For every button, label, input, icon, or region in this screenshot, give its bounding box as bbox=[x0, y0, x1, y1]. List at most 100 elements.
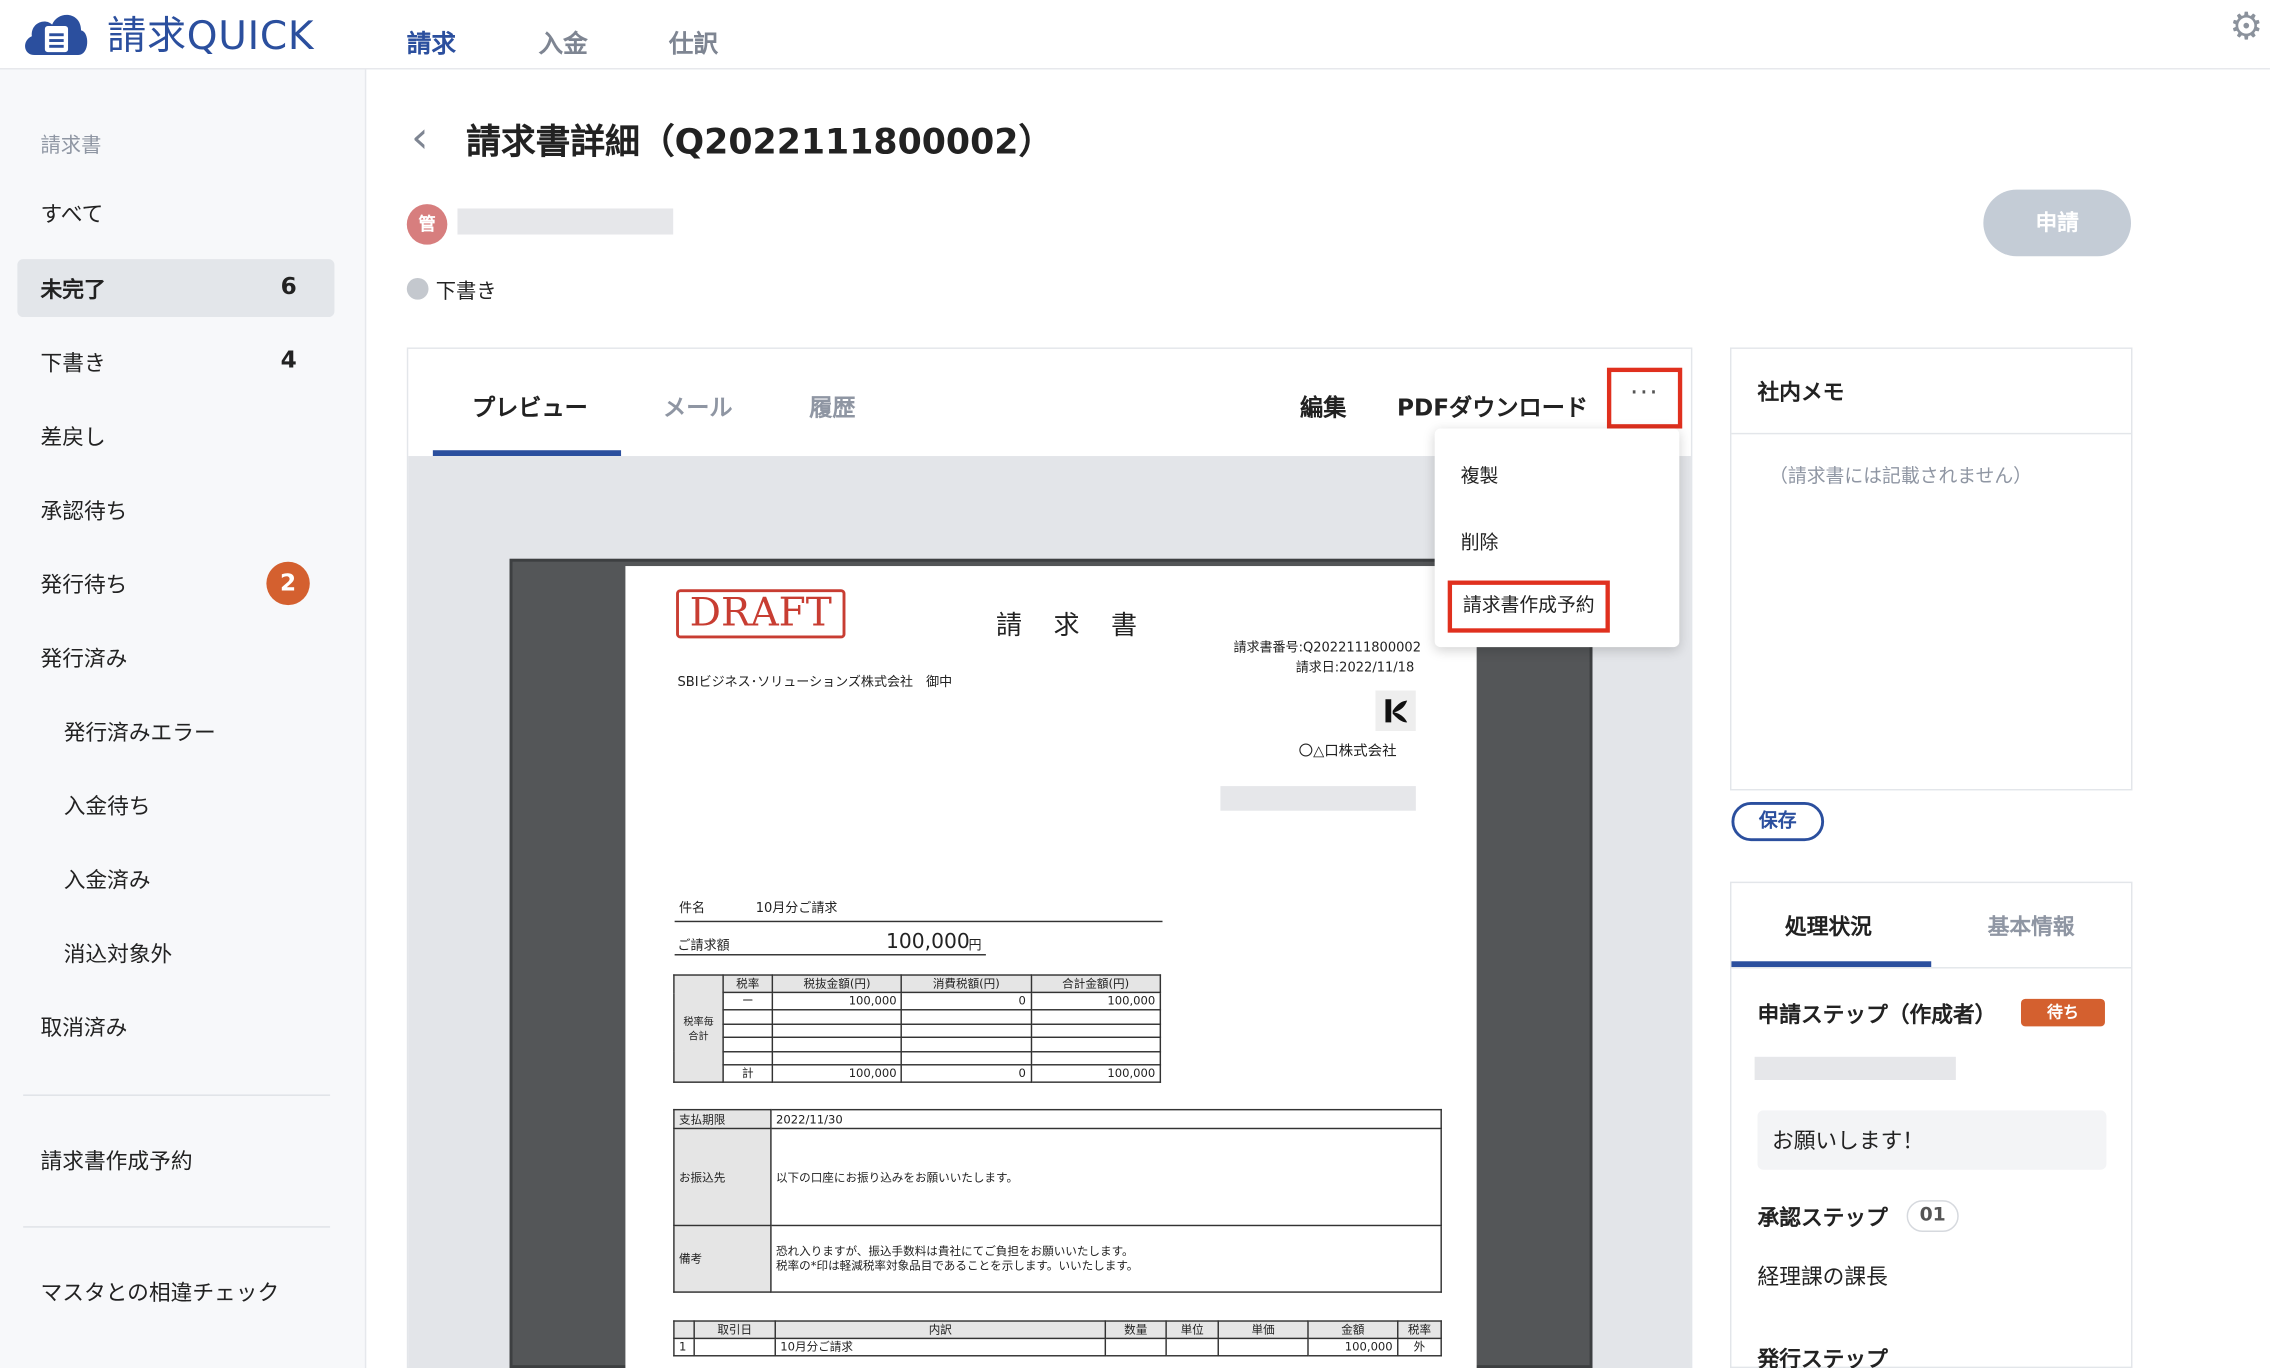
sidebar-item-scheduled[interactable]: 請求書作成予約 bbox=[17, 1131, 334, 1189]
amount-underline bbox=[674, 954, 986, 956]
tab-history[interactable]: 履歴 bbox=[809, 388, 855, 423]
table-cell: 0 bbox=[900, 1064, 1032, 1083]
payment-info-table: 支払期限 2022/11/30 お振込先 以下の口座にお振り込みをお願いいたします。… bbox=[673, 1108, 1442, 1293]
sidebar-item-label: 下書き bbox=[40, 350, 106, 377]
redacted-address bbox=[1220, 786, 1416, 811]
sidebar-item-count: 4 bbox=[280, 346, 297, 374]
top-header bbox=[0, 0, 2270, 70]
redacted-applicant bbox=[1754, 1056, 1956, 1080]
sidebar-divider bbox=[23, 1226, 331, 1228]
edit-button[interactable]: 編集 bbox=[1300, 388, 1346, 423]
tab-process-status[interactable]: 処理状況 bbox=[1785, 911, 1872, 941]
table-header: 備考 bbox=[673, 1224, 772, 1293]
table-header: 数量 bbox=[1104, 1320, 1167, 1340]
table-cell: 100,000 bbox=[771, 1064, 903, 1083]
amount-label: ご請求額 bbox=[677, 939, 730, 955]
invoice-title: 請 求 書 bbox=[996, 610, 1149, 642]
table-cell: 100,000 bbox=[1307, 1337, 1399, 1357]
internal-memo-panel bbox=[1730, 347, 2133, 791]
table-header: 消費税額(円) bbox=[900, 974, 1032, 994]
subject-value: 10月分ご請求 bbox=[755, 901, 838, 917]
sidebar-item-label: すべて bbox=[40, 201, 104, 228]
memo-textarea[interactable]: （請求書には記載されません） bbox=[1769, 460, 2032, 488]
apply-step-title: 申請ステップ（作成者） bbox=[1757, 1001, 1997, 1028]
sidebar-item-awaiting-issue[interactable]: 発行待ち 2 bbox=[17, 554, 334, 612]
subject-underline bbox=[674, 920, 1163, 923]
sidebar-item-count: 6 bbox=[280, 272, 297, 300]
table-cell: 0 bbox=[900, 991, 1032, 1011]
more-options-button[interactable]: ··· bbox=[1606, 367, 1683, 429]
tab-mail[interactable]: メール bbox=[663, 388, 733, 423]
sidebar-divider bbox=[23, 1094, 331, 1096]
draft-stamp: DRAFT bbox=[676, 589, 846, 639]
subject-label: 件名 bbox=[678, 901, 706, 917]
menu-item-schedule[interactable]: 請求書作成予約 bbox=[1447, 580, 1610, 633]
table-header: 税率 bbox=[722, 974, 774, 994]
invoice-date: 請求日:2022/11/18 bbox=[1295, 661, 1415, 677]
sidebar-item-issued[interactable]: 発行済み bbox=[17, 628, 334, 686]
sidebar-item-label: 取消済み bbox=[40, 1014, 128, 1041]
amount-unit: 円 bbox=[968, 939, 982, 955]
table-cell: ー bbox=[722, 991, 774, 1011]
note-line: 恐れ入りますが、振込手数料は貴社にてご負担をお願いいたします。 bbox=[775, 1244, 1134, 1258]
table-header: 税抜金額(円) bbox=[771, 974, 903, 994]
process-divider bbox=[1731, 967, 2132, 969]
sidebar-item-returned[interactable]: 差戻し bbox=[17, 407, 334, 465]
sidebar-item-label: 消込対象外 bbox=[63, 941, 173, 968]
table-header: 合計金額(円) bbox=[1030, 974, 1162, 994]
apply-button[interactable]: 申請 bbox=[1983, 189, 2132, 257]
sidebar-item-label: 発行済みエラー bbox=[63, 719, 216, 746]
table-cell: 2022/11/30 bbox=[770, 1108, 1442, 1130]
invoice-recipient: SBIビジネス･ソリューションズ株式会社 御中 bbox=[677, 676, 953, 691]
sidebar-item-cancelled[interactable]: 取消済み bbox=[17, 997, 334, 1055]
back-arrow-icon[interactable]: ‹ bbox=[411, 113, 428, 164]
gear-icon[interactable]: ⚙ bbox=[2229, 6, 2263, 49]
sidebar-item-draft[interactable]: 下書き 4 bbox=[17, 333, 334, 391]
table-cell: 10月分ご請求 bbox=[774, 1337, 1107, 1357]
wait-badge: 待ち bbox=[2020, 998, 2105, 1027]
sidebar-item-label: 発行済み bbox=[40, 645, 128, 672]
sidebar-item-awaiting-payment[interactable]: 入金待ち bbox=[41, 776, 335, 834]
table-cell: 100,000 bbox=[1030, 1064, 1162, 1083]
tab-basic-info[interactable]: 基本情報 bbox=[1988, 911, 2075, 941]
table-cell: 外 bbox=[1397, 1337, 1442, 1357]
app-logo-text: 請求QUICK bbox=[107, 14, 315, 60]
memo-title: 社内メモ bbox=[1757, 379, 1845, 406]
sidebar-item-excluded[interactable]: 消込対象外 bbox=[41, 924, 335, 982]
amount-value: 100,000 bbox=[885, 930, 970, 955]
nav-payment[interactable]: 入金 bbox=[539, 23, 588, 59]
sidebar-item-incomplete[interactable]: 未完了 6 bbox=[17, 259, 335, 318]
approver-name: 経理課の課長 bbox=[1757, 1263, 1888, 1290]
sidebar-item-issued-error[interactable]: 発行済みエラー bbox=[41, 702, 335, 760]
status-dot-icon bbox=[406, 277, 429, 300]
sidebar-item-all[interactable]: すべて bbox=[17, 184, 334, 242]
sidebar-item-label: 入金済み bbox=[63, 867, 151, 894]
sidebar-item-label: 発行待ち bbox=[40, 571, 128, 598]
company-seal-icon bbox=[1375, 690, 1416, 732]
memo-divider bbox=[1731, 432, 2132, 435]
tab-preview[interactable]: プレビュー bbox=[472, 388, 588, 423]
menu-item-delete[interactable]: 削除 bbox=[1461, 527, 1499, 555]
tax-side-label: 税率毎合計 bbox=[673, 974, 724, 1083]
save-button[interactable]: 保存 bbox=[1731, 802, 1825, 842]
sidebar-item-label: マスタとの相違チェック bbox=[40, 1279, 280, 1306]
note-line: 税率の*印は軽減税率対象品目であることを示します。いいたします。 bbox=[775, 1258, 1139, 1272]
invoice-number: 請求書番号:Q2022111800002 bbox=[1233, 641, 1422, 656]
nav-journal[interactable]: 仕訳 bbox=[669, 23, 718, 59]
table-header: 単位 bbox=[1165, 1320, 1219, 1340]
avatar: 管 bbox=[406, 204, 448, 245]
table-cell bbox=[693, 1337, 776, 1357]
sidebar-item-paid[interactable]: 入金済み bbox=[41, 850, 335, 908]
nav-invoice[interactable]: 請求 bbox=[407, 23, 456, 59]
sidebar-item-master-check[interactable]: マスタとの相違チェック bbox=[17, 1262, 334, 1320]
status-badge: 下書き bbox=[435, 280, 497, 305]
table-cell: 100,000 bbox=[771, 991, 903, 1011]
table-header: 取引日 bbox=[693, 1320, 776, 1340]
menu-item-duplicate[interactable]: 複製 bbox=[1461, 460, 1499, 488]
sidebar-item-label: 未完了 bbox=[40, 276, 106, 303]
sidebar-item-awaiting-approval[interactable]: 承認待ち bbox=[17, 481, 334, 539]
table-header: 税率 bbox=[1397, 1320, 1442, 1340]
pdf-download-button[interactable]: PDFダウンロード bbox=[1397, 388, 1588, 423]
sidebar-section-title: 請求書 bbox=[40, 134, 102, 158]
issue-step-title: 発行ステップ bbox=[1757, 1346, 1888, 1368]
